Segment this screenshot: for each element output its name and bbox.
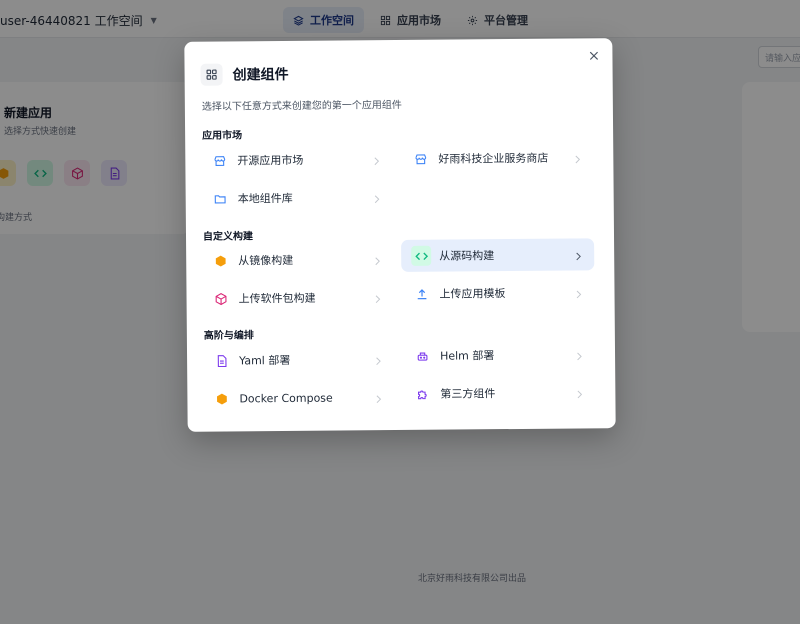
option-upload-app-template[interactable]: 上传应用模板: [401, 276, 594, 310]
chevron-right-icon: [572, 285, 584, 299]
modal-title: 创建组件: [232, 66, 289, 84]
chevron-right-icon: [573, 385, 585, 399]
folder-icon: [210, 188, 230, 208]
option-label: Helm 部署: [440, 349, 495, 363]
option-label: 开源应用市场: [237, 153, 304, 168]
option-label: Docker Compose: [239, 391, 333, 405]
option-label: 好雨科技企业服务商店: [438, 151, 549, 166]
section-label-custom-build: 自定义构建: [202, 231, 254, 243]
option-build-from-source[interactable]: 从源码构建: [401, 238, 595, 272]
store-icon: [209, 150, 229, 170]
chevron-right-icon: [571, 150, 583, 164]
option-label: 从源码构建: [439, 249, 495, 263]
option-label: Yaml 部署: [239, 353, 291, 368]
chevron-right-icon: [372, 390, 384, 404]
option-label: 上传应用模板: [439, 287, 506, 301]
option-goodrain-store[interactable]: 好雨科技企业服务商店: [400, 141, 593, 175]
option-yaml-deploy[interactable]: Yaml 部署: [201, 343, 394, 377]
create-component-modal: 创建组件 选择以下任意方式来创建您的第一个应用组件 应用市场 开源应用市场 好雨…: [184, 38, 616, 432]
option-label: 第三方组件: [440, 387, 496, 401]
chevron-right-icon: [372, 352, 384, 366]
file-icon: [211, 350, 231, 370]
option-label: 上传软件包构建: [238, 291, 316, 306]
code-icon: [411, 245, 432, 266]
chevron-right-icon: [572, 247, 584, 261]
package-icon: [210, 288, 230, 308]
option-docker-compose[interactable]: Docker Compose: [201, 381, 394, 415]
chevron-right-icon: [371, 190, 383, 204]
option-label: 本地组件库: [237, 191, 293, 206]
upload-icon: [411, 284, 431, 304]
option-helm-deploy[interactable]: Helm 部署: [402, 338, 595, 372]
chevron-right-icon: [573, 347, 585, 361]
chevron-right-icon: [370, 152, 382, 166]
close-icon[interactable]: [584, 46, 602, 64]
option-upload-package[interactable]: 上传软件包构建: [200, 281, 393, 315]
chevron-right-icon: [371, 290, 383, 304]
modal-description: 选择以下任意方式来创建您的第一个应用组件: [201, 99, 402, 113]
box-icon: [210, 250, 230, 270]
option-label: 从镜像构建: [238, 253, 294, 268]
puzzle-icon: [412, 384, 432, 404]
store-icon: [410, 149, 430, 169]
section-label-app-market: 应用市场: [202, 130, 243, 142]
option-build-from-image[interactable]: 从镜像构建: [200, 243, 393, 277]
option-open-source-market[interactable]: 开源应用市场: [199, 143, 392, 177]
grid-icon: [200, 63, 223, 86]
helm-icon: [412, 346, 432, 366]
modal-header: 创建组件: [200, 63, 289, 86]
option-local-library[interactable]: 本地组件库: [200, 181, 393, 215]
chevron-right-icon: [371, 252, 383, 266]
option-third-party[interactable]: 第三方组件: [402, 376, 595, 410]
box-icon: [211, 388, 231, 408]
section-label-advanced: 高阶与编排: [203, 330, 254, 342]
